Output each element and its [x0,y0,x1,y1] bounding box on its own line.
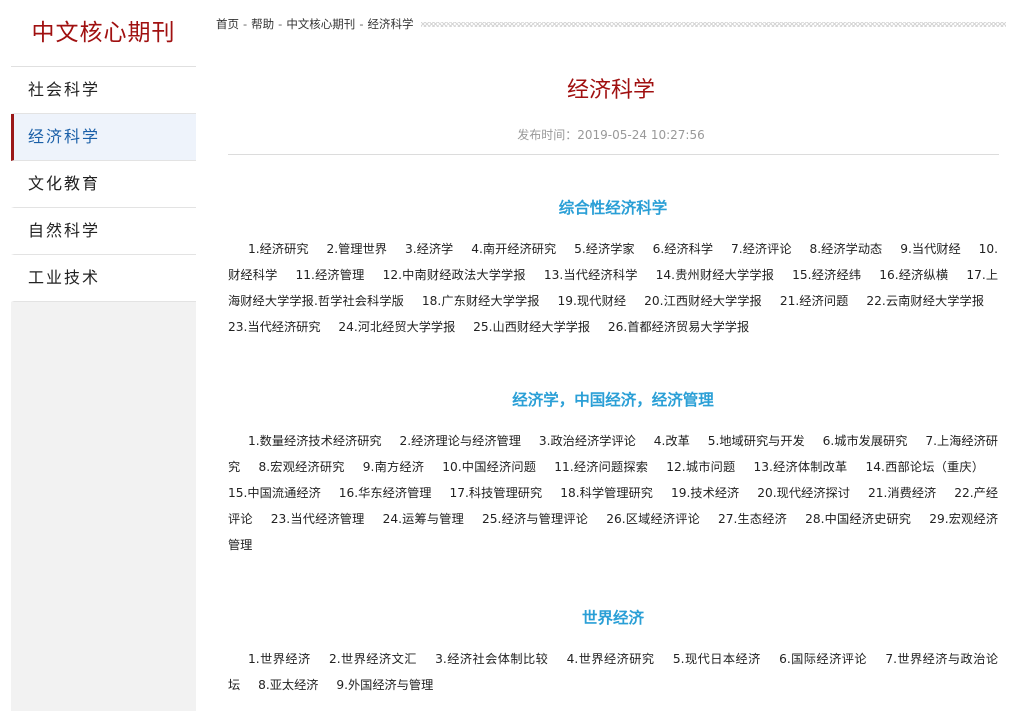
journal-link[interactable]: 14.贵州财经大学学报 [656,268,774,282]
journal-link[interactable]: 6.城市发展研究 [823,434,908,448]
breadcrumb: 首页 - 帮助 - 中文核心期刊 - 经济科学 [216,16,413,32]
journal-link[interactable]: 2.世界经济文汇 [329,652,417,666]
journal-link[interactable]: 2.管理世界 [326,242,387,256]
journal-link[interactable]: 5.现代日本经济 [673,652,761,666]
journal-link[interactable]: 18.科学管理研究 [560,486,653,500]
journal-link[interactable]: 7.经济评论 [731,242,792,256]
journal-link[interactable]: 9.南方经济 [363,460,424,474]
journal-link[interactable]: 1.经济研究 [248,242,309,256]
journal-link[interactable]: 19.技术经济 [671,486,739,500]
breadcrumb-separator: - [359,17,364,31]
journal-link[interactable]: 2.经济理论与经济管理 [400,434,521,448]
journal-link[interactable]: 4.世界经济研究 [567,652,655,666]
journal-link[interactable]: 25.经济与管理评论 [482,512,588,526]
journal-link[interactable]: 21.消费经济 [868,486,936,500]
journal-list: 1.世界经济 2.世界经济文汇 3.经济社会体制比较 4.世界经济研究 5.现代… [228,646,998,698]
journal-link[interactable]: 21.经济问题 [780,294,849,308]
journal-list: 1.数量经济技术经济研究 2.经济理论与经济管理 3.政治经济学评论 4.改革 … [228,428,998,558]
journal-link[interactable]: 12.中南财经政法大学学报 [383,268,526,282]
journal-link[interactable]: 3.政治经济学评论 [539,434,636,448]
journal-link[interactable]: 14.西部论坛（重庆） [866,460,985,474]
journal-link[interactable]: 23.当代经济研究 [228,320,321,334]
page: 中文核心期刊 社会科学 经济科学 文化教育 自然科学 工业技术 首页 - 帮助 - 中文… [0,0,1019,711]
journal-link[interactable]: 27.生态经济 [718,512,787,526]
site-title[interactable]: 中文核心期刊 [11,0,196,66]
breadcrumb-separator: - [278,17,283,31]
journal-link[interactable]: 1.世界经济 [248,652,311,666]
journal-link[interactable]: 9.当代财经 [900,242,961,256]
journal-link[interactable]: 22.云南财经大学学报 [866,294,984,308]
journal-link[interactable]: 12.城市问题 [666,460,735,474]
journal-link[interactable]: 23.当代经济管理 [271,512,365,526]
journal-link[interactable]: 9.外国经济与管理 [336,678,433,692]
journal-link[interactable]: 3.经济学 [405,242,453,256]
journal-link[interactable]: 15.中国流通经济 [228,486,321,500]
journal-link[interactable]: 10.中国经济问题 [442,460,536,474]
section-world-economy: 世界经济 1.世界经济 2.世界经济文汇 3.经济社会体制比较 4.世界经济研究… [228,606,998,698]
sidebar-nav: 社会科学 经济科学 文化教育 自然科学 工业技术 [11,66,196,302]
journal-link[interactable]: 5.经济学家 [574,242,635,256]
breadcrumb-home-link[interactable]: 首页 [216,17,239,31]
sidebar-item-industrial-technology[interactable]: 工业技术 [11,255,196,302]
title-divider [228,154,999,155]
journal-link[interactable]: 11.经济管理 [296,268,365,282]
sidebar-item-social-science[interactable]: 社会科学 [11,67,196,114]
journal-link[interactable]: 19.现代财经 [558,294,627,308]
journal-link[interactable]: 1.数量经济技术经济研究 [248,434,382,448]
journal-link[interactable]: 11.经济问题探索 [554,460,648,474]
sidebar-item-natural-science[interactable]: 自然科学 [11,208,196,255]
journal-link[interactable]: 17.科技管理研究 [449,486,542,500]
journal-link[interactable]: 24.河北经贸大学学报 [338,320,455,334]
journal-link[interactable]: 26.区域经济评论 [606,512,700,526]
journal-link[interactable]: 6.国际经济评论 [779,652,867,666]
journal-link[interactable]: 4.南开经济研究 [471,242,556,256]
journal-link[interactable]: 5.地域研究与开发 [708,434,805,448]
journal-link[interactable]: 13.当代经济科学 [544,268,638,282]
journal-link[interactable]: 26.首都经济贸易大学学报 [608,320,749,334]
journal-link[interactable]: 18.广东财经大学学报 [422,294,540,308]
section-comprehensive-economics: 综合性经济科学 1.经济研究 2.管理世界 3.经济学 4.南开经济研究 5.经… [228,196,998,340]
publish-time: 发布时间：2019-05-24 10:27:56 [517,128,705,142]
main-content: 首页 - 帮助 - 中文核心期刊 - 经济科学 经济科学 发布时间：2019-05-24 1… [216,0,1006,711]
journal-link[interactable]: 25.山西财经大学学报 [473,320,590,334]
breadcrumb-bar: 首页 - 帮助 - 中文核心期刊 - 经济科学 [216,14,1006,34]
journal-link[interactable]: 16.华东经济管理 [339,486,432,500]
journal-link[interactable]: 16.经济纵横 [879,268,948,282]
journal-link[interactable]: 20.现代经济探讨 [757,486,850,500]
section-title: 世界经济 [581,609,644,627]
journal-link[interactable]: 6.经济科学 [653,242,714,256]
sidebar-item-culture-education[interactable]: 文化教育 [11,161,196,208]
breadcrumb-dotted-rule [421,21,1006,27]
journal-link[interactable]: 13.经济体制改革 [753,460,847,474]
section-economics-china-management: 经济学，中国经济，经济管理 1.数量经济技术经济研究 2.经济理论与经济管理 3… [228,388,998,558]
journal-link[interactable]: 3.经济社会体制比较 [435,652,548,666]
breadcrumb-current-link[interactable]: 经济科学 [367,17,413,31]
section-title: 综合性经济科学 [558,199,668,217]
journal-link[interactable]: 20.江西财经大学学报 [644,294,762,308]
journal-link[interactable]: 8.亚太经济 [258,678,318,692]
journal-link[interactable]: 8.宏观经济研究 [258,460,344,474]
journal-list: 1.经济研究 2.管理世界 3.经济学 4.南开经济研究 5.经济学家 6.经济… [228,236,998,340]
sidebar: 中文核心期刊 社会科学 经济科学 文化教育 自然科学 工业技术 [11,0,196,711]
breadcrumb-category-link[interactable]: 中文核心期刊 [286,17,355,31]
breadcrumb-separator: - [243,17,248,31]
journal-link[interactable]: 24.运筹与管理 [383,512,464,526]
sidebar-item-economic-science[interactable]: 经济科学 [11,114,196,161]
page-title: 经济科学 [566,78,655,103]
journal-link[interactable]: 4.改革 [654,434,690,448]
section-title: 经济学，中国经济，经济管理 [512,391,714,409]
breadcrumb-help-link[interactable]: 帮助 [251,17,274,31]
journal-link[interactable]: 8.经济学动态 [810,242,883,256]
journal-link[interactable]: 15.经济经纬 [792,268,861,282]
journal-link[interactable]: 28.中国经济史研究 [805,512,911,526]
